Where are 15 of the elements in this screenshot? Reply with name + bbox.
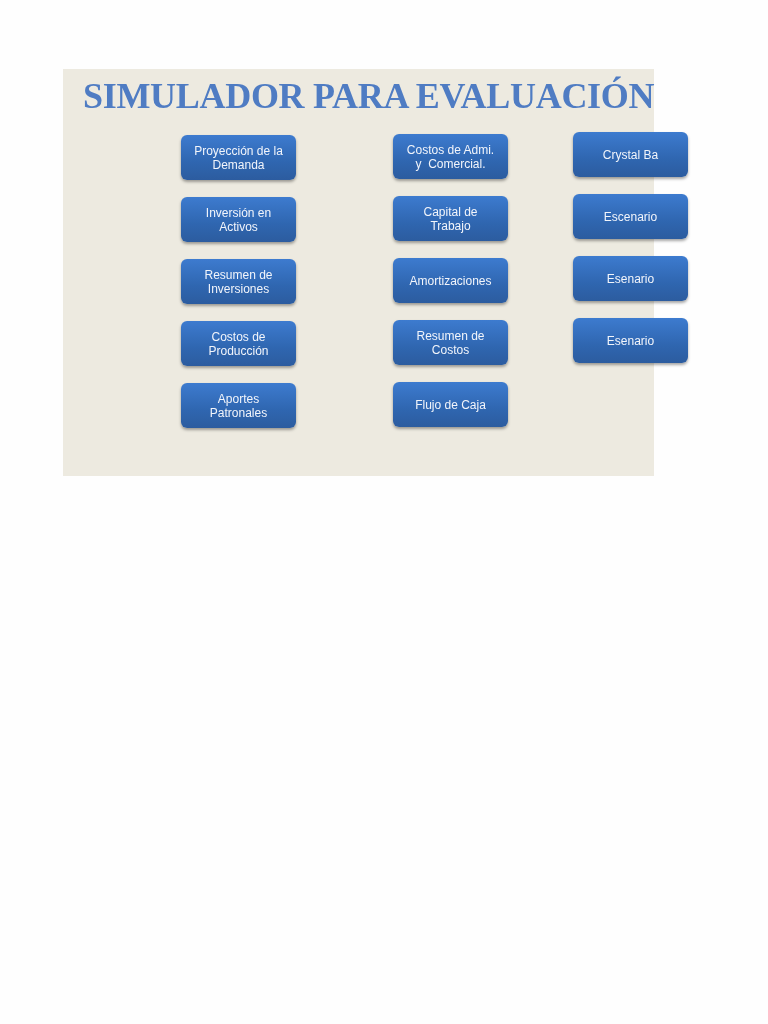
nav-button[interactable]: Resumen de Inversiones bbox=[181, 259, 296, 304]
nav-button[interactable]: Costos de Producción bbox=[181, 321, 296, 366]
nav-button[interactable]: Inversión en Activos bbox=[181, 197, 296, 242]
nav-button[interactable]: Esenario bbox=[573, 318, 688, 363]
nav-button[interactable]: Proyección de la Demanda bbox=[181, 135, 296, 180]
nav-button[interactable]: Crystal Ba bbox=[573, 132, 688, 177]
nav-button[interactable]: Amortizaciones bbox=[393, 258, 508, 303]
nav-button[interactable]: Escenario bbox=[573, 194, 688, 239]
simulator-title: SIMULADOR PARA EVALUACIÓN bbox=[83, 78, 655, 114]
nav-button[interactable]: Aportes Patronales bbox=[181, 383, 296, 428]
nav-button[interactable]: Resumen de Costos bbox=[393, 320, 508, 365]
nav-button[interactable]: Costos de Admi. y Comercial. bbox=[393, 134, 508, 179]
nav-button[interactable]: Flujo de Caja bbox=[393, 382, 508, 427]
nav-button[interactable]: Esenario bbox=[573, 256, 688, 301]
nav-button[interactable]: Capital de Trabajo bbox=[393, 196, 508, 241]
